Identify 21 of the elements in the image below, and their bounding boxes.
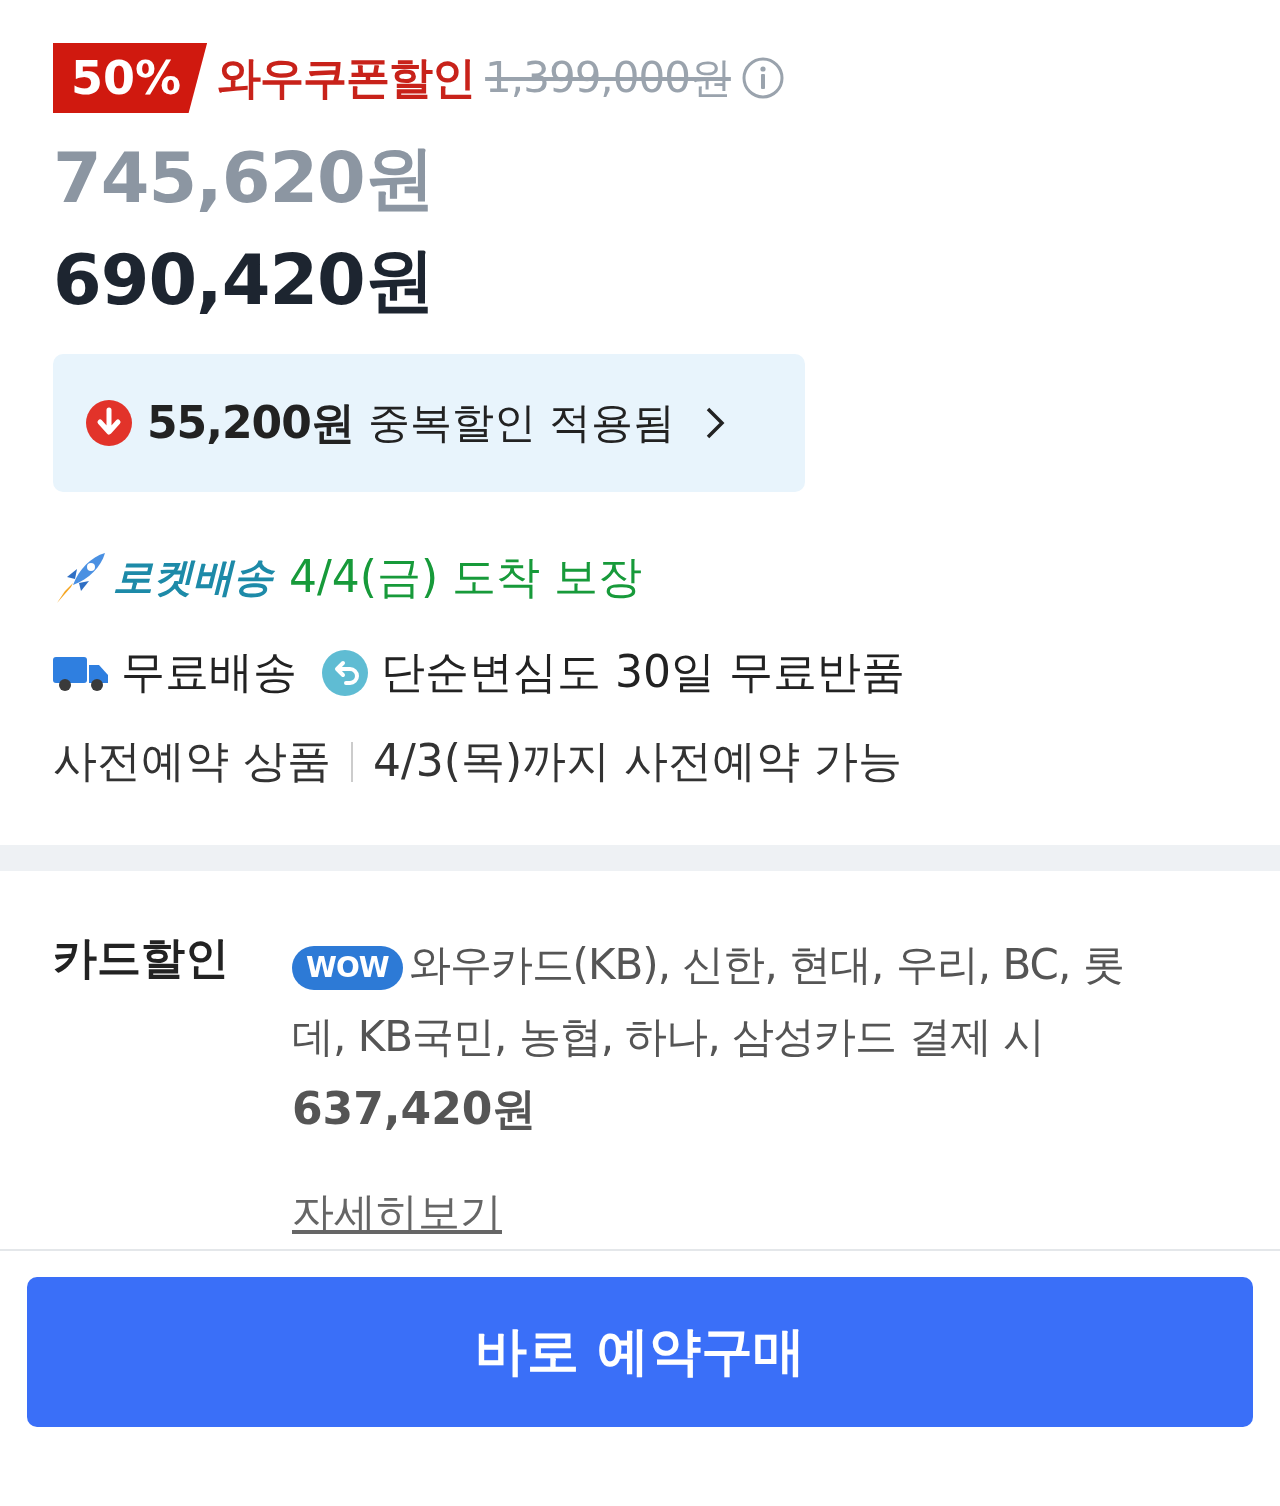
return-icon	[321, 648, 369, 697]
card-discount-title: 카드할인	[53, 931, 230, 985]
discount-amount: 55,200원	[147, 395, 354, 450]
card-discount-text: WOW 와우카드(KB), 신한, 현대, 우리, BC, 롯데, KB국민, 농협, 하나, 삼성카드 결제 시	[292, 939, 1125, 1063]
benefit-label: 무료배송	[121, 645, 297, 699]
details-link[interactable]: 자세히보기	[292, 1185, 502, 1241]
preorder-deadline: 4/3(목)까지 사전예약 가능	[373, 734, 903, 788]
discount-badge: 50%	[53, 43, 208, 113]
preorder-label: 사전예약 상품	[53, 734, 331, 788]
card-discount-price: 637,420원	[292, 1082, 538, 1136]
original-price: 1,399,000원	[485, 52, 731, 104]
info-icon[interactable]	[740, 56, 785, 100]
arrival-date: 4/4(금) 도착 보장	[289, 550, 643, 604]
final-price: 690,420원	[53, 238, 435, 323]
sale-price: 745,620원	[53, 136, 435, 221]
rocket-delivery-label: 로켓배송	[113, 553, 273, 602]
buy-button[interactable]: 바로 예약구매	[27, 1277, 1253, 1427]
extra-discount-banner[interactable]: 55,200원 중복할인 적용됨	[53, 354, 805, 492]
coupon-label: 와우쿠폰할인	[217, 50, 476, 105]
benefit-label: 단순변심도 30일 무료반품	[381, 645, 905, 699]
discount-label: 중복할인 적용됨	[367, 397, 676, 449]
